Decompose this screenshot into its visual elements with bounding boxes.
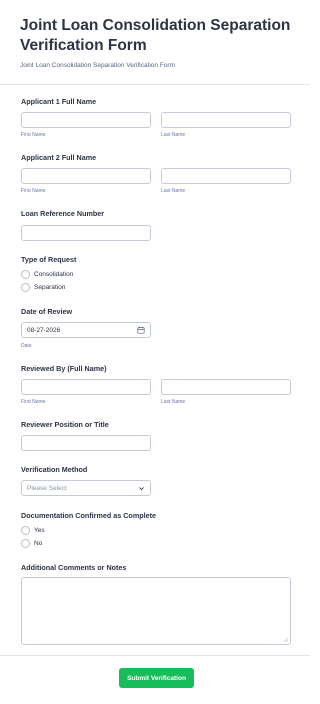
reviewed-by-last-sublabel: Last Name bbox=[161, 399, 186, 405]
comments-label: Additional Comments or Notes bbox=[21, 563, 127, 572]
radio-option-consolidation[interactable]: Consolidation bbox=[21, 269, 73, 279]
radio-button[interactable] bbox=[21, 538, 30, 548]
review-date-sublabel: Date bbox=[21, 343, 32, 349]
form-subtitle: Joint Loan Consolidation Separation Veri… bbox=[20, 62, 176, 69]
applicant1-first-sublabel: First Name bbox=[21, 132, 46, 138]
reviewed-by-last-name-input[interactable] bbox=[161, 379, 291, 395]
radio-label-yes: Yes bbox=[34, 526, 45, 534]
header-divider bbox=[0, 84, 310, 85]
reviewed-by-label: Reviewed By (Full Name) bbox=[21, 364, 107, 373]
radio-option-separation[interactable]: Separation bbox=[21, 282, 65, 292]
resize-grip-icon[interactable] bbox=[283, 637, 288, 642]
loan-reference-label: Loan Reference Number bbox=[21, 209, 105, 218]
applicant2-last-sublabel: Last Name bbox=[161, 188, 186, 194]
submit-verification-button[interactable]: Submit Verification bbox=[119, 668, 194, 688]
request-type-label: Type of Request bbox=[21, 255, 77, 264]
review-date-value: 08-27-2026 bbox=[27, 326, 61, 334]
review-date-label: Date of Review bbox=[21, 307, 73, 316]
applicant2-last-name-input[interactable] bbox=[161, 168, 291, 184]
form-title: Joint Loan Consolidation Separation Veri… bbox=[20, 17, 291, 54]
applicant2-first-name-input[interactable] bbox=[21, 168, 151, 184]
applicant1-last-sublabel: Last Name bbox=[161, 132, 186, 138]
comments-textarea[interactable] bbox=[21, 577, 291, 645]
radio-button[interactable] bbox=[21, 525, 30, 535]
form-header: Joint Loan Consolidation Separation Veri… bbox=[20, 16, 295, 70]
reviewer-position-input[interactable] bbox=[21, 435, 151, 451]
review-date-input[interactable]: 08-27-2026 bbox=[21, 322, 151, 338]
applicant2-label: Applicant 2 Full Name bbox=[21, 153, 97, 162]
applicant1-label: Applicant 1 Full Name bbox=[21, 97, 97, 106]
reviewer-position-label: Reviewer Position or Title bbox=[21, 420, 109, 429]
chevron-down-icon[interactable] bbox=[138, 485, 145, 492]
applicant1-last-name-input[interactable] bbox=[161, 112, 291, 128]
applicant2-first-sublabel: First Name bbox=[21, 188, 46, 194]
calendar-icon[interactable] bbox=[137, 326, 145, 334]
radio-label-no: No bbox=[34, 539, 43, 547]
reviewed-by-first-name-input[interactable] bbox=[21, 379, 151, 395]
radio-button[interactable] bbox=[21, 282, 30, 292]
radio-button[interactable] bbox=[21, 269, 30, 279]
radio-label-consolidation: Consolidation bbox=[34, 270, 74, 278]
radio-option-yes[interactable]: Yes bbox=[21, 525, 45, 535]
radio-option-no[interactable]: No bbox=[21, 538, 42, 548]
footer-divider bbox=[0, 655, 310, 656]
verification-method-label: Verification Method bbox=[21, 465, 88, 474]
reviewed-by-first-sublabel: First Name bbox=[21, 399, 46, 405]
verification-method-select[interactable]: Please Select bbox=[21, 480, 151, 496]
radio-label-separation: Separation bbox=[34, 283, 66, 291]
loan-reference-input[interactable] bbox=[21, 225, 151, 241]
verification-method-placeholder: Please Select bbox=[27, 484, 67, 492]
docs-confirmed-label: Documentation Confirmed as Complete bbox=[21, 511, 156, 520]
applicant1-first-name-input[interactable] bbox=[21, 112, 151, 128]
